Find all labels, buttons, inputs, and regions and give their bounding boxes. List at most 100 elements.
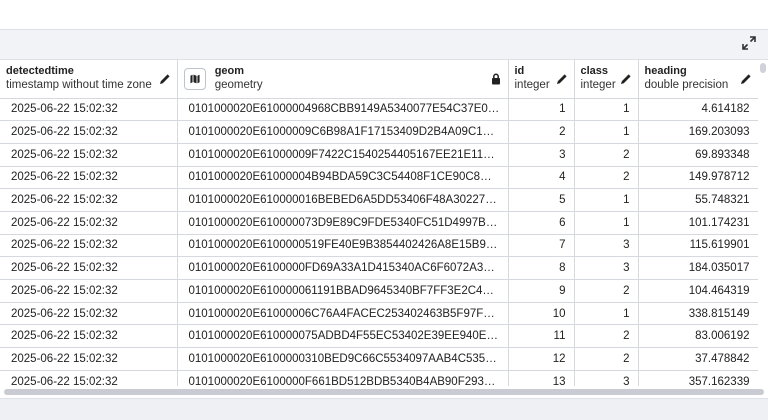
data-grid: detectedtime timestamp without time zone… (0, 60, 758, 386)
cell-id[interactable]: 5 (508, 188, 575, 212)
view-geometry-button[interactable] (183, 67, 206, 90)
table-row[interactable]: 2025-06-22 15:02:32 0101000020E6100000310… (0, 347, 758, 371)
cell-class[interactable]: 2 (574, 166, 639, 190)
cell-heading[interactable]: 184.035017 (638, 256, 758, 280)
cell-class[interactable]: 3 (574, 370, 639, 386)
table-row[interactable]: 2025-06-22 15:02:32 0101000020E61000006C7… (0, 302, 758, 326)
cell-detectedtime[interactable]: 2025-06-22 15:02:32 (0, 98, 178, 122)
cell-class[interactable]: 3 (574, 256, 639, 280)
column-header-class[interactable]: class integer (574, 60, 639, 99)
cell-detectedtime[interactable]: 2025-06-22 15:02:32 (0, 370, 178, 386)
cell-heading[interactable]: 4.614182 (638, 98, 758, 122)
cell-class[interactable]: 2 (574, 324, 639, 349)
column-header-geom[interactable]: geom geometry (177, 60, 509, 99)
pencil-icon[interactable] (740, 73, 752, 85)
table-row[interactable]: 2025-06-22 15:02:32 0101000020E6100000496… (0, 98, 758, 122)
cell-class[interactable]: 1 (574, 211, 639, 235)
column-name: heading (644, 65, 687, 78)
cell-detectedtime[interactable]: 2025-06-22 15:02:32 (0, 347, 178, 371)
cell-heading[interactable]: 115.619901 (638, 234, 758, 258)
cell-heading[interactable]: 101.174231 (638, 211, 758, 235)
cell-geom[interactable]: 0101000020E610000061191BBAD9645340BF7FF3… (177, 279, 509, 303)
cell-detectedtime[interactable]: 2025-06-22 15:02:32 (0, 211, 178, 235)
cell-id[interactable]: 10 (508, 302, 575, 326)
cell-geom[interactable]: 0101000020E6100000F661BD512BDB5340B4AB90… (177, 370, 509, 386)
cell-detectedtime[interactable]: 2025-06-22 15:02:32 (0, 256, 178, 280)
column-header-heading[interactable]: heading double precision (638, 60, 758, 99)
pencil-icon[interactable] (159, 73, 171, 85)
lock-icon (491, 73, 500, 85)
vertical-scroll-thumb[interactable] (760, 63, 766, 73)
cell-class[interactable]: 2 (574, 279, 639, 303)
table-row[interactable]: 2025-06-22 15:02:32 0101000020E610000073D… (0, 211, 758, 235)
table-row[interactable]: 2025-06-22 15:02:32 0101000020E6100000FD6… (0, 256, 758, 280)
column-name: detectedtime (6, 65, 74, 78)
cell-id[interactable]: 13 (508, 370, 575, 386)
table-row[interactable]: 2025-06-22 15:02:32 0101000020E6100000519… (0, 234, 758, 258)
cell-geom[interactable]: 0101000020E61000009F7422C1540254405167EE… (177, 143, 509, 167)
column-header-detectedtime[interactable]: detectedtime timestamp without time zone (0, 60, 178, 99)
column-header-id[interactable]: id integer (508, 60, 575, 99)
cell-detectedtime[interactable]: 2025-06-22 15:02:32 (0, 234, 178, 258)
cell-heading[interactable]: 104.464319 (638, 279, 758, 303)
cell-detectedtime[interactable]: 2025-06-22 15:02:32 (0, 188, 178, 212)
cell-detectedtime[interactable]: 2025-06-22 15:02:32 (0, 143, 178, 167)
cell-id[interactable]: 9 (508, 279, 575, 303)
cell-heading[interactable]: 149.978712 (638, 166, 758, 190)
cell-geom[interactable]: 0101000020E61000006C76A4FACEC253402463B5… (177, 302, 509, 326)
cell-id[interactable]: 4 (508, 166, 575, 190)
cell-geom[interactable]: 0101000020E61000004968CBB9149A5340077E54… (177, 98, 509, 122)
cell-class[interactable]: 1 (574, 302, 639, 326)
cell-heading[interactable]: 169.203093 (638, 120, 758, 144)
cell-class[interactable]: 2 (574, 347, 639, 371)
table-row[interactable]: 2025-06-22 15:02:32 0101000020E61000004B9… (0, 166, 758, 190)
pencil-icon[interactable] (556, 73, 568, 85)
cell-class[interactable]: 2 (574, 143, 639, 167)
cell-id[interactable]: 6 (508, 211, 575, 235)
cell-detectedtime[interactable]: 2025-06-22 15:02:32 (0, 166, 178, 190)
cell-geom[interactable]: 0101000020E6100000310BED9C66C5534097AAB4… (177, 347, 509, 371)
vertical-scrollbar[interactable] (758, 60, 768, 386)
cell-id[interactable]: 7 (508, 234, 575, 258)
table-row[interactable]: 2025-06-22 15:02:32 0101000020E610000016B… (0, 188, 758, 212)
pencil-icon[interactable] (620, 73, 632, 85)
header-row: detectedtime timestamp without time zone… (0, 60, 758, 99)
cell-geom[interactable]: 0101000020E6100000519FE40E9B3854402426A8… (177, 234, 509, 258)
cell-detectedtime[interactable]: 2025-06-22 15:02:32 (0, 120, 178, 144)
table-row[interactable]: 2025-06-22 15:02:32 0101000020E610000075A… (0, 324, 758, 349)
cell-id[interactable]: 11 (508, 324, 575, 349)
cell-geom[interactable]: 0101000020E610000075ADBD4F55EC53402E39EE… (177, 324, 509, 349)
cell-detectedtime[interactable]: 2025-06-22 15:02:32 (0, 279, 178, 303)
cell-id[interactable]: 3 (508, 143, 575, 167)
cell-id[interactable]: 8 (508, 256, 575, 280)
cell-detectedtime[interactable]: 2025-06-22 15:02:32 (0, 324, 178, 349)
cell-heading[interactable]: 69.893348 (638, 143, 758, 167)
cell-heading[interactable]: 338.815149 (638, 302, 758, 326)
cell-geom[interactable]: 0101000020E61000004B94BDA59C3C54408F1CE9… (177, 166, 509, 190)
cell-geom[interactable]: 0101000020E610000016BEBED6A5DD53406F48A3… (177, 188, 509, 212)
table-row[interactable]: 2025-06-22 15:02:32 0101000020E61000009F7… (0, 143, 758, 167)
cell-geom[interactable]: 0101000020E6100000FD69A33A1D415340AC6F60… (177, 256, 509, 280)
cell-heading[interactable]: 357.162339 (638, 370, 758, 386)
cell-heading[interactable]: 37.478842 (638, 347, 758, 371)
table-row[interactable]: 2025-06-22 15:02:32 0101000020E6100000F66… (0, 370, 758, 386)
cell-detectedtime[interactable]: 2025-06-22 15:02:32 (0, 302, 178, 326)
column-type: geometry (214, 79, 263, 92)
cell-id[interactable]: 2 (508, 120, 575, 144)
table-row[interactable]: 2025-06-22 15:02:32 0101000020E6100000611… (0, 279, 758, 303)
cell-geom[interactable]: 0101000020E61000009C6B98A1F17153409D2B4A… (177, 120, 509, 144)
cell-heading[interactable]: 83.006192 (638, 324, 758, 349)
table-row[interactable]: 2025-06-22 15:02:32 0101000020E61000009C6… (0, 120, 758, 144)
expand-button[interactable] (740, 34, 758, 52)
column-name: geom (214, 65, 245, 78)
cell-id[interactable]: 1 (508, 98, 575, 122)
cell-heading[interactable]: 55.748321 (638, 188, 758, 212)
horizontal-scrollbar[interactable] (0, 386, 768, 398)
cell-class[interactable]: 1 (574, 188, 639, 212)
horizontal-scroll-thumb[interactable] (4, 389, 764, 395)
cell-class[interactable]: 3 (574, 234, 639, 258)
cell-class[interactable]: 1 (574, 98, 639, 122)
cell-class[interactable]: 1 (574, 120, 639, 144)
cell-geom[interactable]: 0101000020E610000073D9E89C9FDE5340FC51D4… (177, 211, 509, 235)
cell-id[interactable]: 12 (508, 347, 575, 371)
